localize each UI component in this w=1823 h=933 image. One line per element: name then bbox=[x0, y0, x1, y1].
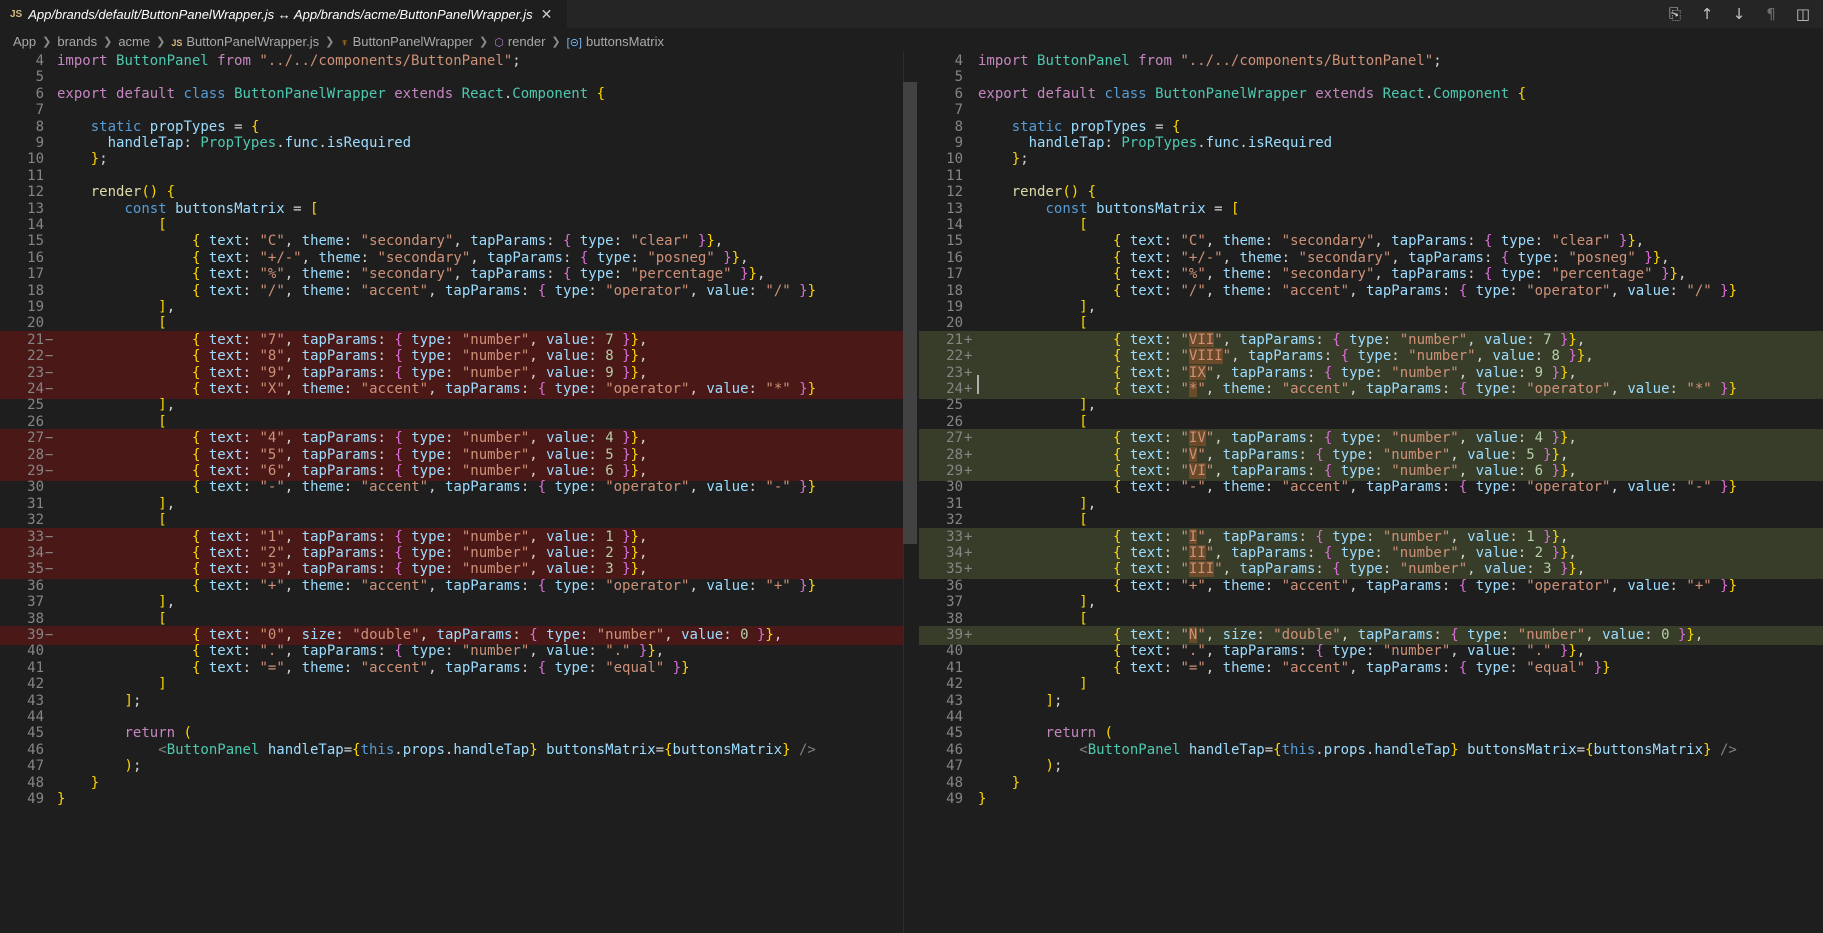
breadcrumb-item-acme[interactable]: acme bbox=[118, 34, 150, 49]
js-icon: JS bbox=[171, 37, 183, 48]
toggle-whitespace-icon[interactable]: ¶ bbox=[1755, 1, 1787, 27]
class-icon: ♆ bbox=[340, 36, 349, 49]
line-code: } bbox=[57, 791, 66, 807]
breadcrumb-label: buttonsMatrix bbox=[585, 33, 665, 49]
split-editor-icon[interactable]: ◫ bbox=[1787, 1, 1819, 27]
chevron-right-icon: ❯ bbox=[325, 35, 335, 48]
original-code-line[interactable]: 49} bbox=[0, 790, 903, 809]
breadcrumb-item-app[interactable]: App bbox=[13, 34, 36, 49]
line-number: 49 bbox=[27, 791, 44, 807]
breadcrumb-label: acme bbox=[118, 33, 151, 49]
text-cursor bbox=[977, 375, 979, 394]
chevron-right-icon: ❯ bbox=[156, 35, 166, 48]
next-change-icon[interactable]: ↓ bbox=[1723, 1, 1755, 27]
javascript-file-icon: JS bbox=[10, 8, 23, 20]
breadcrumb-item-buttonpanelwrapper-js[interactable]: JS ButtonPanelWrapper.js bbox=[171, 34, 319, 49]
chevron-right-icon: ❯ bbox=[551, 35, 561, 48]
breadcrumb-label: brands bbox=[57, 33, 98, 49]
chevron-right-icon: ❯ bbox=[42, 35, 52, 48]
breadcrumb-item-render[interactable]: ⬡ render bbox=[494, 34, 545, 49]
tab-title[interactable]: App/brands/default/ButtonPanelWrapper.js… bbox=[28, 7, 532, 22]
breadcrumb-label: ButtonPanelWrapper.js bbox=[186, 33, 320, 49]
line-code: } bbox=[978, 791, 987, 807]
scrollbar-thumb[interactable] bbox=[903, 82, 917, 544]
breadcrumb-item-buttonsmatrix[interactable]: [⊝] buttonsMatrix bbox=[567, 34, 664, 49]
modified-code-line[interactable]: 49} bbox=[919, 790, 1823, 809]
editor-tab-bar: JS App/brands/default/ButtonPanelWrapper… bbox=[0, 0, 1823, 28]
chevron-right-icon: ❯ bbox=[103, 35, 113, 48]
editor-actions: ⎘ ↑ ↓ ¶ ◫ bbox=[1659, 0, 1819, 28]
line-number: 49 bbox=[946, 791, 963, 807]
close-icon[interactable]: ✕ bbox=[541, 6, 553, 23]
breadcrumb-label: App bbox=[13, 33, 37, 49]
open-file-icon[interactable]: ⎘ bbox=[1659, 1, 1691, 27]
breadcrumb-item-brands[interactable]: brands bbox=[57, 34, 97, 49]
breadcrumb-item-buttonpanelwrapper[interactable]: ♆ ButtonPanelWrapper bbox=[340, 34, 473, 49]
breadcrumb-label: render bbox=[507, 33, 546, 49]
original-file-pane[interactable]: 4 import ButtonPanel from "../../componen… bbox=[0, 52, 903, 933]
diff-editor-tab[interactable]: JS App/brands/default/ButtonPanelWrapper… bbox=[0, 0, 567, 28]
breadcrumb-label: ButtonPanelWrapper bbox=[352, 33, 474, 49]
variable-icon: [⊝] bbox=[566, 36, 582, 49]
modified-file-pane[interactable]: 4 import ButtonPanel from "../../componen… bbox=[919, 52, 1823, 933]
breadcrumb: App ❯ brands ❯ acme ❯ JS ButtonPanelWrapper.js ❯… bbox=[0, 30, 1823, 52]
previous-change-icon[interactable]: ↑ bbox=[1691, 1, 1723, 27]
method-icon: ⬡ bbox=[494, 36, 504, 49]
chevron-right-icon: ❯ bbox=[479, 35, 489, 48]
